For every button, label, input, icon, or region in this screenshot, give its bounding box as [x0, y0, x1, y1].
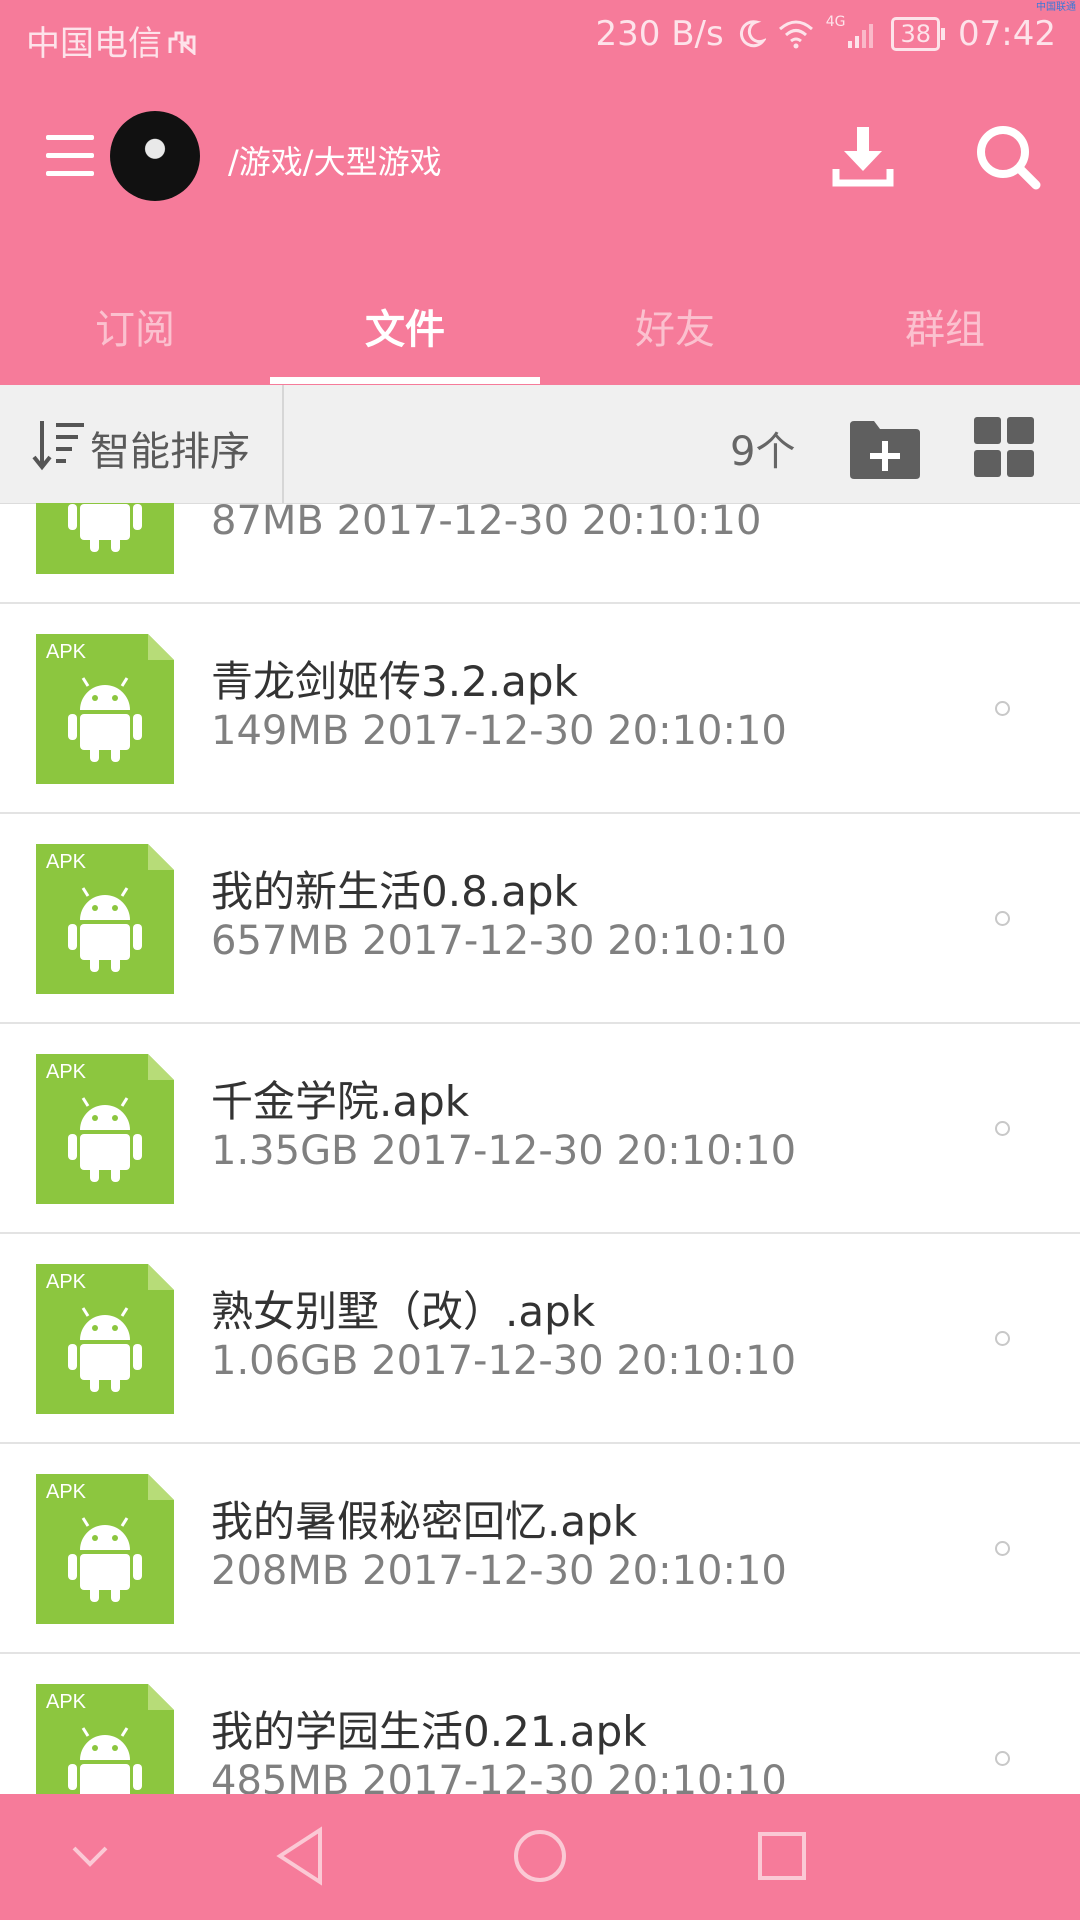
- battery-level: 38: [900, 20, 932, 48]
- status-right: 230 B/s 4G 38 07:42: [596, 14, 1057, 54]
- file-list: APK 87MB 2017-12-30 20:10:10 APK 青龙剑姬传3.2.a…: [0, 503, 1080, 1794]
- file-name: 我的学园生活0.21.apk: [211, 1707, 647, 1756]
- file-meta: 149MB 2017-12-30 20:10:10: [211, 708, 787, 754]
- tab-indicator: [270, 377, 540, 384]
- file-meta: 208MB 2017-12-30 20:10:10: [211, 1548, 787, 1594]
- apk-file-icon: APK: [36, 1264, 174, 1414]
- carrier-name: 中国电信: [26, 24, 162, 64]
- file-meta: 657MB 2017-12-30 20:10:10: [211, 918, 787, 964]
- file-row[interactable]: APK 我的学园生活0.21.apk 485MB 2017-12-30 20:10:…: [0, 1654, 1080, 1794]
- apk-badge: APK: [46, 1691, 87, 1713]
- apk-file-icon: APK: [36, 1054, 174, 1204]
- search-icon[interactable]: [974, 123, 1042, 191]
- chevron-down-icon[interactable]: [66, 1836, 114, 1876]
- file-row[interactable]: APK 熟女别墅（改）.apk 1.06GB 2017-12-30 20:10:10: [0, 1234, 1080, 1444]
- back-icon[interactable]: [272, 1824, 328, 1888]
- apk-badge: APK: [46, 1271, 87, 1293]
- file-meta: 1.35GB 2017-12-30 20:10:10: [211, 1128, 797, 1174]
- apk-badge: APK: [46, 1061, 87, 1083]
- file-list-inner: APK 87MB 2017-12-30 20:10:10 APK 青龙剑姬传3.2.a…: [0, 503, 1080, 1794]
- sort-button[interactable]: 智能排序: [0, 385, 284, 503]
- file-row[interactable]: APK 我的新生活0.8.apk 657MB 2017-12-30 20:10:10: [0, 814, 1080, 1024]
- carrier-group: 中国电信: [26, 16, 202, 65]
- select-radio[interactable]: [995, 1331, 1010, 1346]
- grid-view-icon[interactable]: [972, 415, 1036, 479]
- moon-icon: [739, 20, 766, 48]
- tab-friends[interactable]: 好友: [540, 270, 810, 385]
- apk-badge: APK: [46, 851, 87, 873]
- battery-icon: 38: [891, 17, 945, 51]
- file-row[interactable]: APK 青龙剑姬传3.2.apk 149MB 2017-12-30 20:10:10: [0, 604, 1080, 814]
- file-row[interactable]: APK 87MB 2017-12-30 20:10:10: [0, 503, 1080, 604]
- apk-file-icon: APK: [36, 844, 174, 994]
- tab-groups[interactable]: 群组: [810, 270, 1080, 385]
- signal-mountain-icon: [168, 31, 196, 55]
- file-name: 我的暑假秘密回忆.apk: [211, 1497, 638, 1546]
- select-radio[interactable]: [995, 1751, 1010, 1766]
- file-name: 熟女别墅（改）.apk: [211, 1287, 596, 1336]
- tab-bar: 订阅 文件 好友 群组: [0, 270, 1080, 385]
- network-type: 4G: [825, 14, 846, 30]
- menu-icon[interactable]: [46, 135, 94, 177]
- clock: 07:42: [958, 14, 1056, 54]
- file-toolbar: 智能排序 9个: [0, 385, 1080, 504]
- home-icon[interactable]: [510, 1824, 570, 1888]
- file-row[interactable]: APK 千金学院.apk 1.35GB 2017-12-30 20:10:10: [0, 1024, 1080, 1234]
- tab-subscribe[interactable]: 订阅: [0, 270, 270, 385]
- select-radio[interactable]: [995, 1541, 1010, 1556]
- file-name: 千金学院.apk: [211, 1077, 470, 1126]
- file-name: 我的新生活0.8.apk: [211, 867, 578, 916]
- apk-badge: APK: [46, 641, 87, 663]
- apk-file-icon: APK: [36, 1684, 174, 1794]
- app-bar: /游戏/大型游戏 订阅 文件 好友 群组: [0, 75, 1080, 385]
- file-name: 青龙剑姬传3.2.apk: [211, 657, 578, 706]
- sort-icon: [32, 421, 84, 471]
- select-radio[interactable]: [995, 701, 1010, 716]
- avatar[interactable]: [110, 111, 200, 201]
- tab-files[interactable]: 文件: [270, 270, 540, 385]
- status-bar: 中国电信 230 B/s 4G 38 07:42 中国联通: [0, 0, 1080, 75]
- corner-label: 中国联通: [1036, 2, 1076, 13]
- file-count: 9个: [730, 429, 796, 475]
- net-speed: 230 B/s: [595, 14, 724, 54]
- recents-icon[interactable]: [752, 1824, 812, 1888]
- select-radio[interactable]: [995, 911, 1010, 926]
- wifi-icon: [778, 20, 813, 49]
- file-meta: 87MB 2017-12-30 20:10:10: [211, 503, 762, 544]
- new-folder-icon[interactable]: [848, 419, 922, 481]
- select-radio[interactable]: [995, 1121, 1010, 1136]
- system-nav-bar: [0, 1794, 1080, 1920]
- file-meta: 485MB 2017-12-30 20:10:10: [211, 1758, 787, 1794]
- cell-signal-icon: [848, 24, 874, 48]
- apk-file-icon: APK: [36, 634, 174, 784]
- file-meta: 1.06GB 2017-12-30 20:10:10: [211, 1338, 797, 1384]
- file-row[interactable]: APK 我的暑假秘密回忆.apk 208MB 2017-12-30 20:10:10: [0, 1444, 1080, 1654]
- download-icon[interactable]: [832, 125, 894, 189]
- apk-file-icon: APK: [36, 503, 174, 574]
- apk-file-icon: APK: [36, 1474, 174, 1624]
- breadcrumb-path[interactable]: /游戏/大型游戏: [228, 137, 442, 183]
- sort-label: 智能排序: [90, 429, 250, 475]
- apk-badge: APK: [46, 1481, 87, 1503]
